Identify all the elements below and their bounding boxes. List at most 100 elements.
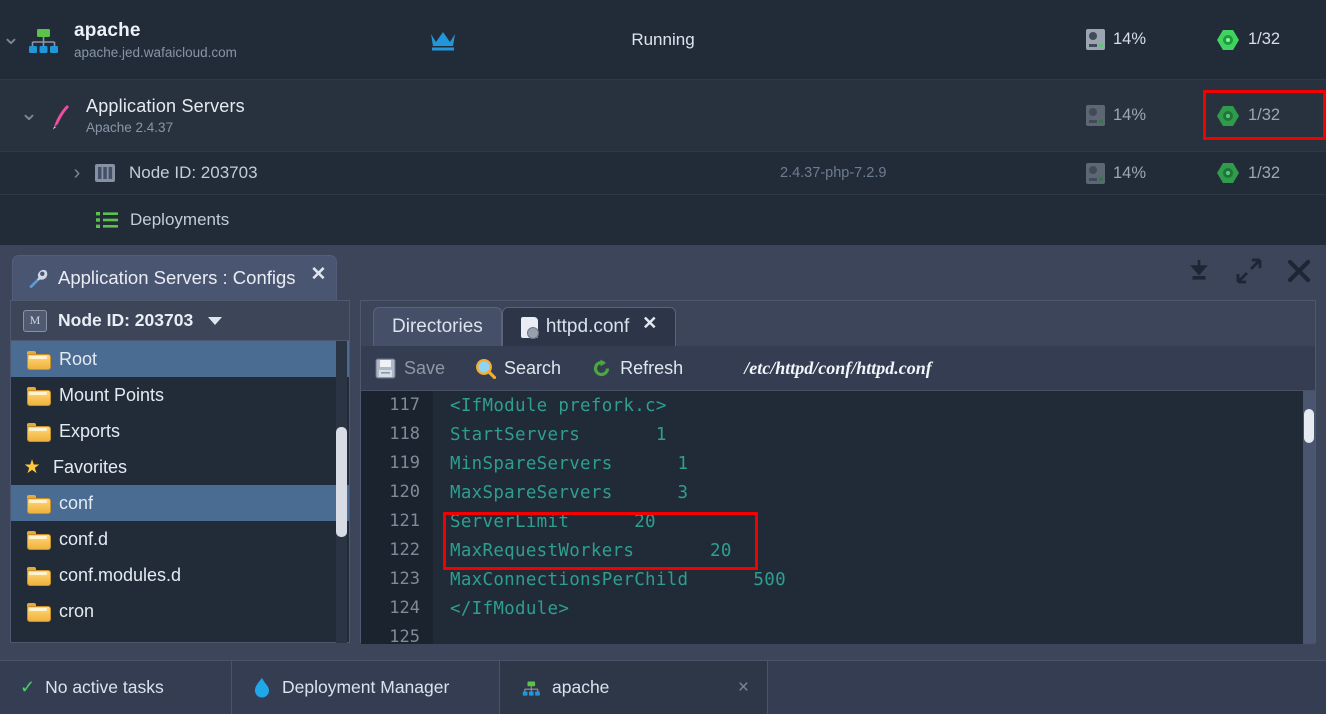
sidebar-item-cron[interactable]: cron <box>11 593 349 629</box>
ram-metric-node: 1/32 <box>1216 162 1326 184</box>
configs-window-tab-label: Application Servers : Configs <box>58 267 296 288</box>
line-number: 120 <box>361 478 433 507</box>
chevron-down-icon[interactable] <box>208 316 223 325</box>
save-button[interactable]: Save <box>375 358 445 379</box>
tab-httpd-conf[interactable]: httpd.conf ✕ <box>501 307 677 346</box>
layer-metrics: 14% 1/32 <box>1086 105 1326 127</box>
configs-window-controls <box>1186 258 1312 284</box>
cpu-metric-env: 14% <box>1086 29 1216 50</box>
sidebar-item-label: Root <box>59 348 98 369</box>
ram-hex-icon <box>1216 29 1240 51</box>
sidebar-item-label: Favorites <box>53 456 128 477</box>
ram-value-env: 1/32 <box>1248 30 1281 48</box>
line-number: 124 <box>361 594 433 623</box>
tab-directories[interactable]: Directories <box>373 307 502 346</box>
sidebar-item-label: cron <box>59 600 95 621</box>
line-text: MaxRequestWorkers 20 <box>450 540 732 561</box>
folder-icon <box>27 530 51 550</box>
refresh-button[interactable]: Refresh <box>591 358 683 379</box>
floppy-disk-icon <box>375 358 396 379</box>
wrench-icon <box>26 267 49 290</box>
tasks-status[interactable]: ✓ No active tasks <box>0 661 232 714</box>
code-scrollbar-thumb[interactable] <box>1304 409 1314 443</box>
bottom-status-bar: ✓ No active tasks Deployment Manager apa… <box>0 660 1326 714</box>
environment-domain: apache.jed.wafaicloud.com <box>74 44 237 60</box>
magnifier-icon <box>475 358 497 379</box>
tree-row-node[interactable]: Node ID: 203703 2.4.37-php-7.2.9 14% <box>0 151 1326 194</box>
configs-window-tab-close-icon[interactable]: ✕ <box>311 265 327 284</box>
line-text: </IfModule> <box>450 598 570 619</box>
code-line: 119 MinSpareServers 1 <box>361 449 1315 478</box>
node-title: Node ID: 203703 <box>129 163 258 182</box>
deployment-manager-button[interactable]: Deployment Manager <box>232 661 500 714</box>
expand-icon[interactable] <box>1236 258 1262 284</box>
sidebar-item-mount-points[interactable]: Mount Points <box>11 377 349 413</box>
code-line: 121 ServerLimit 20 <box>361 507 1315 536</box>
line-number: 123 <box>361 565 433 594</box>
search-label: Search <box>504 357 562 378</box>
node-stack-icon <box>94 162 116 184</box>
code-line: 123 MaxConnectionsPerChild 500 <box>361 565 1315 594</box>
file-sidebar-scrollbar-thumb[interactable] <box>336 427 347 537</box>
layer-titles: Application Servers Apache 2.4.37 <box>86 96 245 135</box>
line-text: <IfModule prefork.c> <box>450 395 667 416</box>
folder-icon <box>27 602 51 622</box>
code-line: 120 MaxSpareServers 3 <box>361 478 1315 507</box>
taskbar-tab-label: apache <box>552 677 610 697</box>
sidebar-item-conf-d[interactable]: conf.d <box>11 521 349 557</box>
save-label: Save <box>404 357 446 378</box>
star-icon: ★ <box>23 456 41 478</box>
environment-topology-icon <box>26 23 60 57</box>
line-text: MaxConnectionsPerChild 500 <box>450 569 786 590</box>
sidebar-item-root[interactable]: Root <box>11 341 349 377</box>
apache-feather-icon <box>48 101 74 131</box>
taskbar-tab-apache[interactable]: apache × <box>500 661 768 714</box>
sidebar-item-conf-modules-d[interactable]: conf.modules.d <box>11 557 349 593</box>
download-icon[interactable] <box>1186 258 1212 284</box>
sidebar-item-exports[interactable]: Exports <box>11 413 349 449</box>
sidebar-item-label: Mount Points <box>59 384 165 405</box>
configs-window-tabbar: Application Servers : Configs ✕ <box>0 245 1326 300</box>
search-button[interactable]: Search <box>475 358 561 379</box>
ram-metric-layer: 1/32 <box>1216 105 1326 127</box>
expand-collapse-chevron-env[interactable] <box>0 31 22 48</box>
cpu-value-layer: 14% <box>1113 106 1147 124</box>
editor-toolbar: Save Search Refresh /etc/httpd/conf/http… <box>361 346 1315 391</box>
tab-label: httpd.conf <box>545 316 630 337</box>
ram-hex-icon <box>1216 162 1240 184</box>
environment-titles: apache apache.jed.wafaicloud.com <box>74 20 237 60</box>
file-sidebar-node-selector[interactable]: M Node ID: 203703 <box>11 301 349 341</box>
file-config-icon <box>520 316 539 339</box>
configs-window-tab[interactable]: Application Servers : Configs ✕ <box>12 255 338 300</box>
configs-window: Application Servers : Configs ✕ M Node I… <box>0 245 1326 660</box>
file-sidebar-list: Root Mount Points Exports ★ Favorites co… <box>11 341 349 643</box>
folder-icon <box>27 494 51 514</box>
checkmark-icon: ✓ <box>20 677 36 697</box>
close-icon[interactable] <box>1286 258 1312 284</box>
tree-row-environment[interactable]: apache apache.jed.wafaicloud.com Running… <box>0 0 1326 79</box>
sidebar-item-label: Exports <box>59 420 121 441</box>
sidebar-item-label: conf.modules.d <box>59 564 182 585</box>
environment-tree: apache apache.jed.wafaicloud.com Running… <box>0 0 1326 245</box>
tab-close-icon[interactable]: ✕ <box>642 313 657 334</box>
code-editor[interactable]: 117 <IfModule prefork.c> 118 StartServer… <box>361 391 1315 644</box>
folder-icon <box>27 566 51 586</box>
taskbar-tab-close-icon[interactable]: × <box>738 677 749 699</box>
cpu-metric-layer: 14% <box>1086 105 1216 126</box>
code-line: 124 </IfModule> <box>361 594 1315 623</box>
cpu-icon <box>1086 29 1105 50</box>
node-master-badge: M <box>23 309 47 332</box>
expand-collapse-chevron-layer[interactable] <box>18 107 40 124</box>
sidebar-item-conf[interactable]: conf <box>11 485 349 521</box>
expand-collapse-chevron-node[interactable] <box>66 162 88 185</box>
layer-title: Application Servers <box>86 96 245 116</box>
node-metrics: 14% 1/32 <box>1086 162 1326 184</box>
tree-row-deployments[interactable]: Deployments <box>0 194 1326 245</box>
sidebar-section-favorites: ★ Favorites <box>11 449 349 485</box>
tree-row-application-servers[interactable]: Application Servers Apache 2.4.37 14% <box>0 79 1326 151</box>
tasks-status-label: No active tasks <box>45 677 164 697</box>
refresh-arrow-icon <box>591 358 612 379</box>
editor-tabbar: Directories httpd.conf ✕ <box>361 301 1315 346</box>
cpu-icon <box>1086 105 1105 126</box>
crown-icon <box>428 27 458 53</box>
